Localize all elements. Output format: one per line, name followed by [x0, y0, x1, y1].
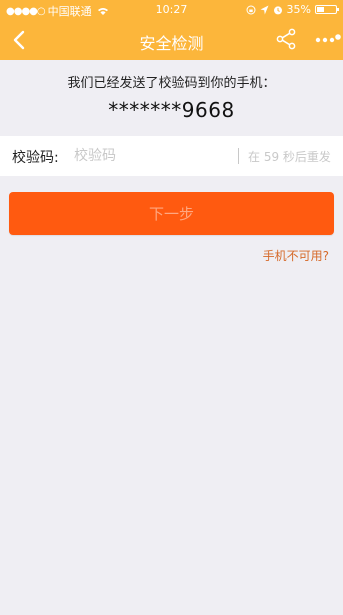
phone-unavailable-link[interactable]: 手机不可用? — [263, 247, 329, 264]
navigation-bar: 安全检测 — [0, 20, 343, 60]
status-bar: ●●●●○ 中国联通 10:27 35% — [0, 0, 343, 20]
code-label: 校验码: — [12, 150, 59, 166]
share-icon[interactable] — [275, 28, 297, 50]
status-right: 35% — [246, 3, 339, 16]
top-bar: ●●●●○ 中国联通 10:27 35% 安全检测 — [0, 0, 343, 60]
battery-percent: 35% — [286, 3, 311, 16]
lock-rotation-icon — [246, 5, 256, 14]
masked-phone-number: *******9668 — [108, 98, 235, 122]
resend-countdown: 在 59 秒后重发 — [248, 150, 331, 164]
more-icon[interactable] — [313, 34, 341, 46]
location-icon — [260, 5, 269, 14]
verification-code-input[interactable] — [74, 144, 234, 168]
alarm-icon — [273, 5, 282, 14]
verification-code-row: 校验码: 在 59 秒后重发 — [0, 136, 343, 176]
battery-icon — [315, 5, 339, 14]
field-divider — [238, 148, 239, 164]
sent-notice: 我们已经发送了校验码到你的手机： — [67, 76, 276, 91]
next-step-button[interactable]: 下一步 — [9, 192, 334, 235]
